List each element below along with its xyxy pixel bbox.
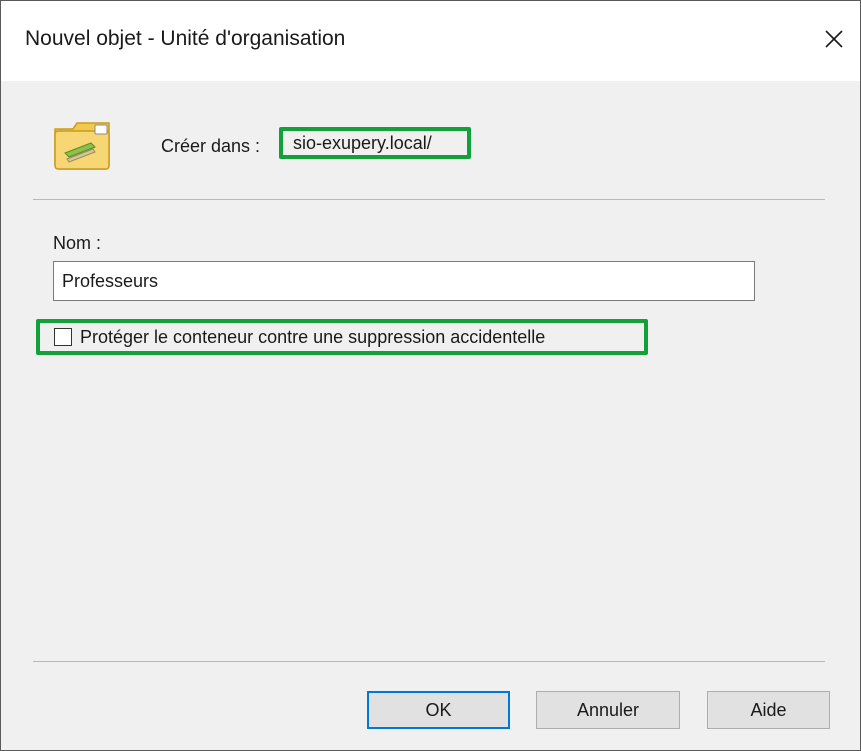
bottom-separator [33,661,825,662]
cancel-button[interactable]: Annuler [536,691,680,729]
location-highlight: sio-exupery.local/ [279,127,471,159]
name-input[interactable] [53,261,755,301]
protect-checkbox-row[interactable]: Protéger le conteneur contre une suppres… [36,319,648,355]
title-bar: Nouvel objet - Unité d'organisation [1,1,860,81]
help-button[interactable]: Aide [707,691,830,729]
location-value: sio-exupery.local/ [293,132,432,153]
top-separator [33,199,825,200]
dialog-window: Nouvel objet - Unité d'organisation Crée… [0,0,861,751]
create-in-label: Créer dans : [161,136,261,156]
ok-button[interactable]: OK [367,691,510,729]
close-icon [825,30,843,48]
close-button[interactable] [808,11,860,67]
organizational-unit-folder-icon [54,122,110,170]
name-label: Nom : [53,233,102,253]
protect-checkbox-label: Protéger le conteneur contre une suppres… [80,326,546,347]
dialog-title: Nouvel objet - Unité d'organisation [25,27,346,50]
protect-checkbox[interactable] [54,328,72,346]
